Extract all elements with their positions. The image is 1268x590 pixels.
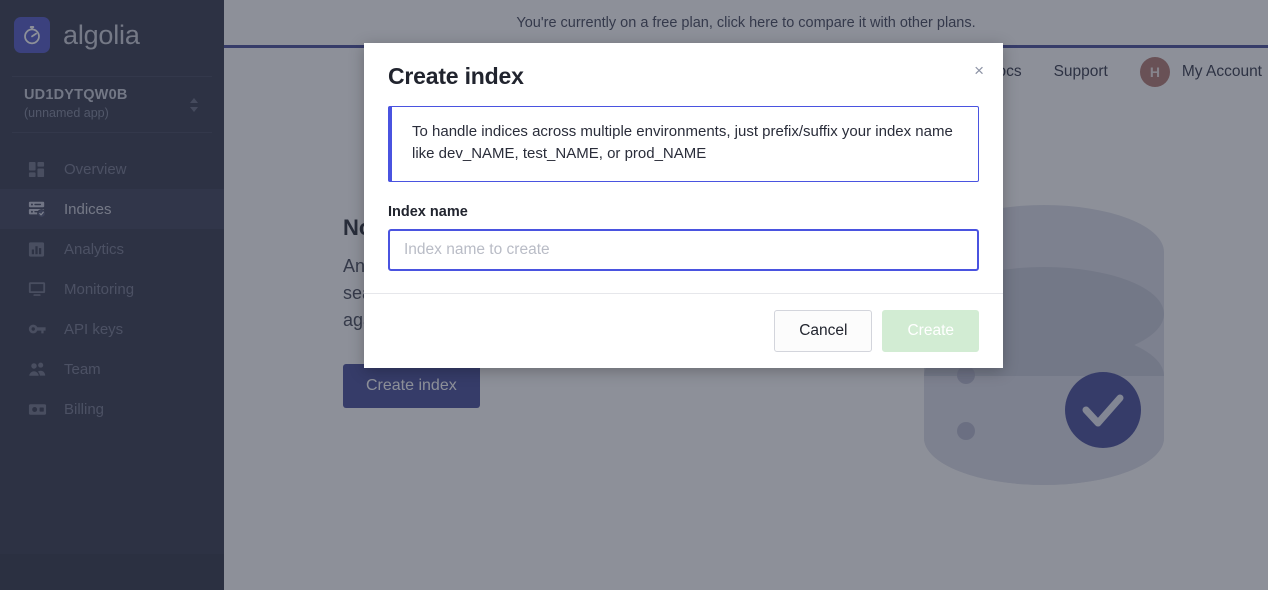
modal-footer: Cancel Create — [364, 292, 1003, 368]
modal-title: Create index — [388, 63, 524, 89]
info-callout: To handle indices across multiple enviro… — [388, 106, 979, 182]
close-icon[interactable]: × — [974, 62, 984, 79]
cancel-button[interactable]: Cancel — [774, 309, 873, 352]
modal-body: To handle indices across multiple enviro… — [364, 96, 1003, 293]
create-index-modal: Create index × To handle indices across … — [364, 43, 1003, 368]
app-root: You're currently on a free plan, click h… — [0, 0, 1268, 590]
index-name-input[interactable] — [388, 228, 979, 271]
modal-header: Create index × — [364, 43, 1003, 96]
create-button[interactable]: Create — [882, 309, 979, 352]
index-name-label: Index name — [388, 203, 468, 220]
